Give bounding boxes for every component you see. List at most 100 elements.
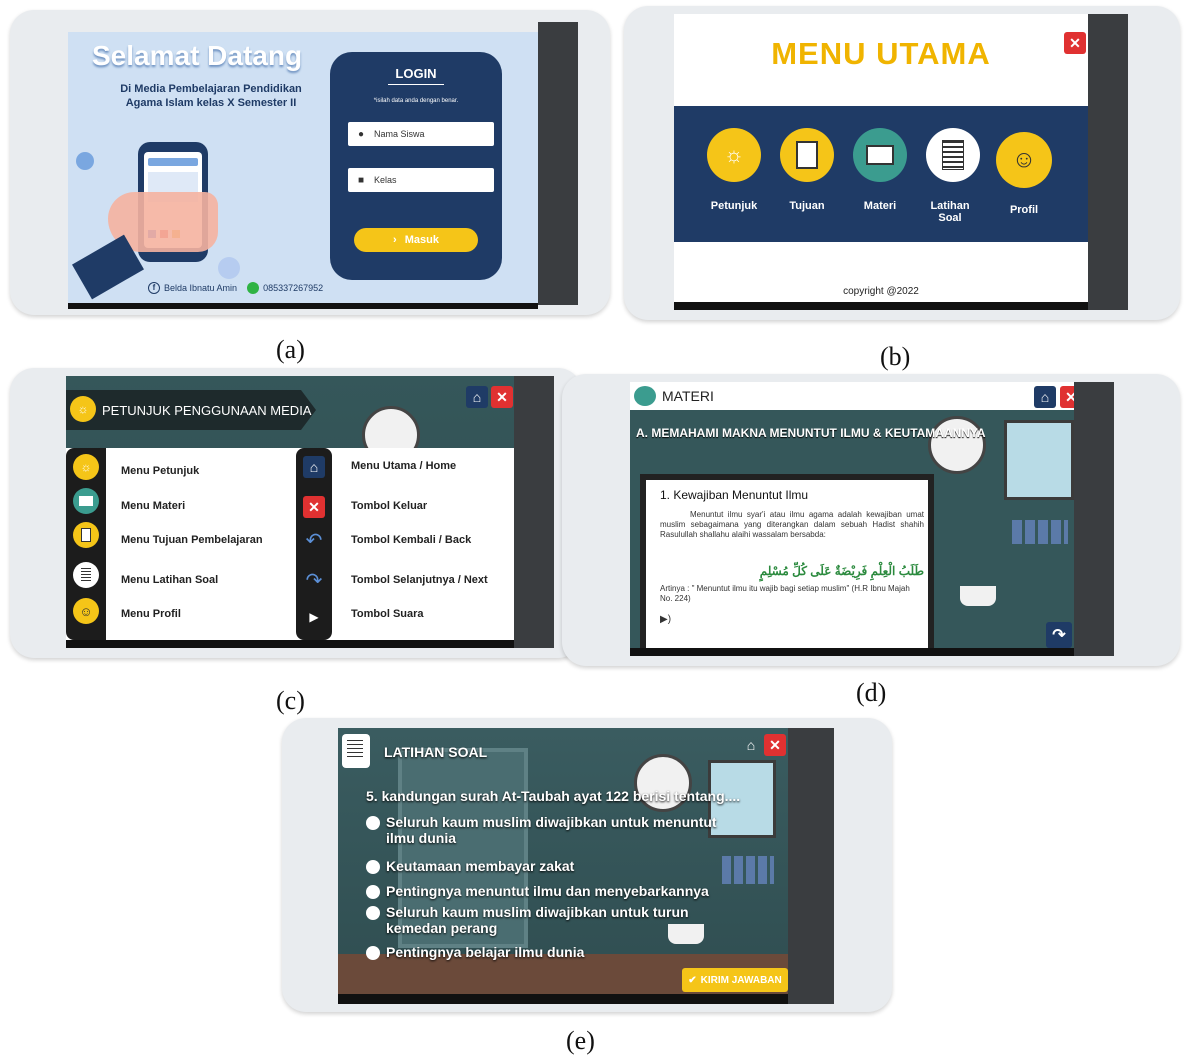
main-menu-title: MENU UTAMA: [771, 36, 991, 71]
radio-button[interactable]: [366, 885, 380, 899]
document-icon: [342, 734, 370, 768]
menu-label-petunjuk: Petunjuk: [710, 200, 758, 212]
guide-left-1: Menu Materi: [121, 500, 186, 512]
section-heading: A. MEMAHAMI MAKNA MENUNTUT ILMU & KEUTAM…: [636, 426, 986, 440]
author-phone: 085337267952: [263, 283, 324, 293]
quiz-option-4[interactable]: Pentingnya belajar ilmu dunia: [366, 944, 746, 960]
quiz-option-1[interactable]: Keutamaan membayar zakat: [366, 858, 746, 874]
login-subtitle: Di Media Pembelajaran Pendidikan Agama I…: [120, 83, 302, 109]
close-button[interactable]: ✕: [491, 386, 513, 408]
caption-c: (c): [276, 686, 305, 715]
book-icon: [866, 145, 894, 165]
clipboard-icon: [796, 141, 818, 169]
phone-frame-c: ☼ PETUNJUK PENGGUNAAN MEDIA ⌂ ✕ ☼ ☺ Menu…: [10, 368, 582, 658]
book-icon: [73, 488, 99, 514]
phone-frame-a: Selamat Datang Di Media Pembelajaran Pen…: [10, 10, 610, 315]
picture-frame-icon: [1004, 420, 1074, 500]
login-card: LOGIN *isilah data anda dengan benar. ● …: [330, 52, 502, 280]
login-welcome: Selamat Datang: [92, 40, 303, 71]
guide-right-1: Tombol Keluar: [351, 500, 428, 512]
login-title: LOGIN: [395, 66, 437, 81]
speaker-icon: ▶): [660, 614, 672, 625]
menu-label-profil: Profil: [1009, 204, 1039, 216]
close-icon: ✕: [1069, 34, 1081, 51]
submit-answer-label: KIRIM JAWABAN: [700, 974, 782, 986]
whatsapp-icon: [247, 282, 260, 294]
facebook-icon: f: [148, 282, 160, 294]
close-button[interactable]: ✕: [764, 734, 786, 756]
close-button[interactable]: ✕: [1064, 32, 1086, 54]
guide-screen: ☼ PETUNJUK PENGGUNAAN MEDIA ⌂ ✕ ☼ ☺ Menu…: [66, 376, 536, 648]
lightbulb-icon: ☼: [73, 454, 99, 480]
name-field[interactable]: ● Nama Siswa: [348, 122, 494, 146]
home-icon: ⌂: [1040, 389, 1050, 405]
home-icon: ⌂: [746, 737, 756, 753]
radio-button[interactable]: [366, 946, 380, 960]
material-title: MATERI: [662, 388, 714, 404]
quiz-title: LATIHAN SOAL: [384, 744, 488, 760]
material-card: 1. Kewajiban Menuntut Ilmu Menuntut ilmu…: [640, 474, 934, 654]
cup-icon: [960, 586, 996, 606]
quiz-option-0[interactable]: Seluruh kaum muslim diwajibkan untuk men…: [366, 814, 746, 846]
quiz-screen: LATIHAN SOAL ⌂ ✕ 5. kandungan surah At-T…: [338, 728, 798, 1004]
next-arrow-icon: ↷: [1052, 627, 1066, 644]
submit-answer-button[interactable]: ✔ KIRIM JAWABAN: [682, 968, 788, 992]
option-label: Seluruh kaum muslim diwajibkan untuk tur…: [386, 904, 689, 936]
speaker-button[interactable]: ▶): [660, 614, 671, 625]
translation: Artinya : " Menuntut ilmu itu wajib bagi…: [660, 584, 910, 603]
menu-label-materi: Materi: [863, 200, 897, 212]
caption-a: (a): [276, 335, 305, 364]
name-placeholder: Nama Siswa: [374, 129, 425, 139]
caption-b: (b): [880, 342, 911, 371]
author-credit: f Belda Ibnatu Amin 085337267952: [148, 282, 323, 294]
menu-petunjuk-button[interactable]: ☼: [707, 128, 761, 182]
clock-icon: [928, 416, 986, 474]
quiz-option-2[interactable]: Pentingnya menuntut ilmu dan menyebarkan…: [366, 883, 746, 899]
guide-right-3: Tombol Selanjutnya / Next: [351, 574, 488, 586]
arabic-hadith: طَلَبُ الْعِلْمِ فَرِيْضَةٌ عَلَى كُلِّ …: [759, 564, 924, 578]
speaker-icon: ▶: [309, 610, 319, 624]
guide-left-4: Menu Profil: [121, 608, 181, 620]
briefcase-icon: ■: [358, 174, 365, 186]
menu-latihan-button[interactable]: [926, 128, 980, 182]
close-icon: ✕: [303, 496, 325, 518]
card-paragraph: Menuntut ilmu syar'i atau ilmu agama ada…: [660, 510, 924, 539]
option-label: Pentingnya menuntut ilmu dan menyebarkan…: [386, 883, 709, 899]
menu-label-tujuan: Tujuan: [789, 200, 825, 212]
radio-button[interactable]: [366, 860, 380, 874]
login-hint: *isilah data anda dengan benar.: [373, 98, 459, 104]
guide-left-0: Menu Petunjuk: [121, 465, 200, 477]
home-button[interactable]: ⌂: [466, 386, 488, 408]
radio-button[interactable]: [366, 816, 380, 830]
login-submit-label: Masuk: [404, 234, 439, 246]
menu-tujuan-button[interactable]: [780, 128, 834, 182]
document-icon: [942, 140, 964, 170]
home-button[interactable]: ⌂: [740, 734, 762, 756]
next-button[interactable]: ↷: [1046, 622, 1072, 648]
quiz-option-3[interactable]: Seluruh kaum muslim diwajibkan untuk tur…: [366, 904, 746, 936]
user-icon: ●: [358, 128, 365, 140]
class-field[interactable]: ■ Kelas: [348, 168, 494, 192]
caption-e: (e): [566, 1026, 595, 1055]
close-icon: ✕: [496, 388, 508, 405]
menu-materi-button[interactable]: [853, 128, 907, 182]
card-title: 1. Kewajiban Menuntut Ilmu: [660, 488, 809, 502]
next-arrow-icon: ↷: [305, 570, 323, 592]
menu-profil-button[interactable]: ☺: [996, 132, 1052, 188]
book-icon: [634, 386, 656, 406]
clipboard-icon: [73, 522, 99, 548]
material-screen: MATERI ⌂ ✕ A. MEMAHAMI MAKNA MENUNTUT IL…: [630, 382, 1096, 656]
lightbulb-icon: ☼: [70, 396, 96, 422]
binders-icon: [1012, 520, 1068, 544]
option-label: Keutamaan membayar zakat: [386, 858, 575, 874]
home-button[interactable]: ⌂: [1034, 386, 1056, 408]
phone-frame-b: MENU UTAMA ✕ ☼ ☺ Petunjuk Tujuan Materi …: [624, 6, 1180, 320]
menu-label-latihan: Latihan Soal: [930, 200, 970, 224]
radio-button[interactable]: [366, 906, 380, 920]
login-submit-button[interactable]: › Masuk: [354, 228, 478, 252]
close-icon: ✕: [769, 736, 781, 753]
guide-right-0: Menu Utama / Home: [351, 460, 457, 472]
chevron-right-icon: ›: [393, 234, 397, 246]
main-menu-screen: MENU UTAMA ✕ ☼ ☺ Petunjuk Tujuan Materi …: [674, 14, 1088, 310]
phone-frame-e: LATIHAN SOAL ⌂ ✕ 5. kandungan surah At-T…: [282, 718, 892, 1012]
